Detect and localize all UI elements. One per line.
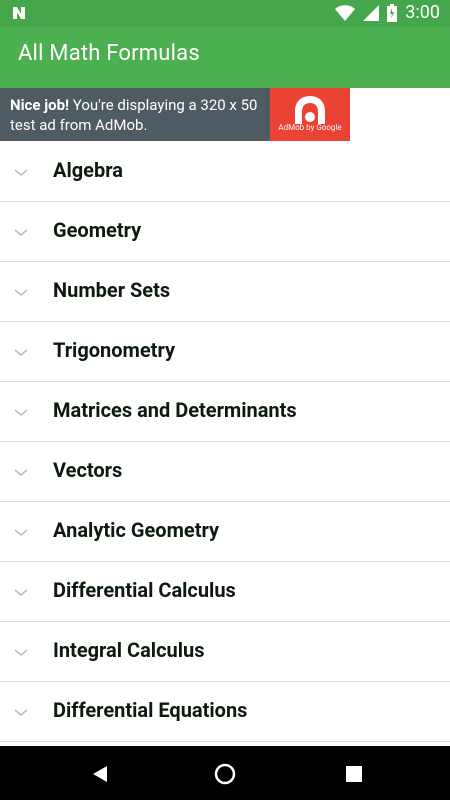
list-item-label: Matrices and Determinants — [53, 398, 297, 422]
list-item-label: Number Sets — [53, 278, 171, 302]
list-item[interactable]: Integral Calculus — [0, 622, 450, 682]
navigation-bar — [0, 746, 450, 800]
admob-logo-tile[interactable]: AdMob by Google — [270, 88, 350, 141]
app-bar: All Math Formulas — [0, 26, 450, 88]
list-item[interactable]: Analytic Geometry — [0, 502, 450, 562]
list-item[interactable]: Differential Calculus — [0, 562, 450, 622]
clock: 3:00 — [405, 2, 440, 23]
chevron-down-icon — [14, 649, 28, 656]
chevron-down-icon — [14, 169, 28, 176]
list-item-label: Algebra — [53, 158, 123, 182]
home-icon[interactable] — [213, 762, 237, 786]
ad-brand: AdMob by Google — [278, 123, 342, 132]
list-item-label: Differential Equations — [53, 698, 248, 722]
list-item[interactable]: Geometry — [0, 202, 450, 262]
list-item[interactable]: Matrices and Determinants — [0, 382, 450, 442]
list-item[interactable]: Vectors — [0, 442, 450, 502]
chevron-down-icon — [14, 349, 28, 356]
wifi-icon — [335, 5, 356, 21]
signal-icon — [363, 5, 380, 21]
chevron-down-icon — [14, 529, 28, 536]
back-icon[interactable] — [88, 762, 112, 786]
list-item[interactable]: Number Sets — [0, 262, 450, 322]
chevron-down-icon — [14, 589, 28, 596]
topic-list: Algebra Geometry Number Sets Trigonometr… — [0, 142, 450, 746]
chevron-down-icon — [14, 469, 28, 476]
list-item-label: Differential Calculus — [53, 578, 236, 602]
list-item[interactable]: Differential Equations — [0, 682, 450, 742]
n-logo-icon — [13, 7, 25, 19]
list-item[interactable]: Algebra — [0, 142, 450, 202]
chevron-down-icon — [14, 409, 28, 416]
chevron-down-icon — [14, 289, 28, 296]
chevron-down-icon — [14, 229, 28, 236]
list-item-label: Trigonometry — [53, 338, 176, 362]
list-item-label: Analytic Geometry — [53, 518, 220, 542]
ad-title: Nice job! — [10, 96, 70, 114]
list-item-label: Vectors — [53, 458, 123, 482]
status-bar: 3:00 — [0, 0, 450, 26]
battery-icon — [387, 4, 398, 22]
ad-text: Nice job! You're displaying a 320 x 50 t… — [10, 95, 268, 135]
chevron-down-icon — [14, 709, 28, 716]
ad-banner[interactable]: Nice job! You're displaying a 320 x 50 t… — [0, 88, 350, 141]
app-title: All Math Formulas — [18, 41, 200, 66]
list-item-label: Integral Calculus — [53, 638, 205, 662]
list-item[interactable]: Trigonometry — [0, 322, 450, 382]
list-item-label: Geometry — [53, 218, 142, 242]
recents-icon[interactable] — [342, 762, 366, 786]
